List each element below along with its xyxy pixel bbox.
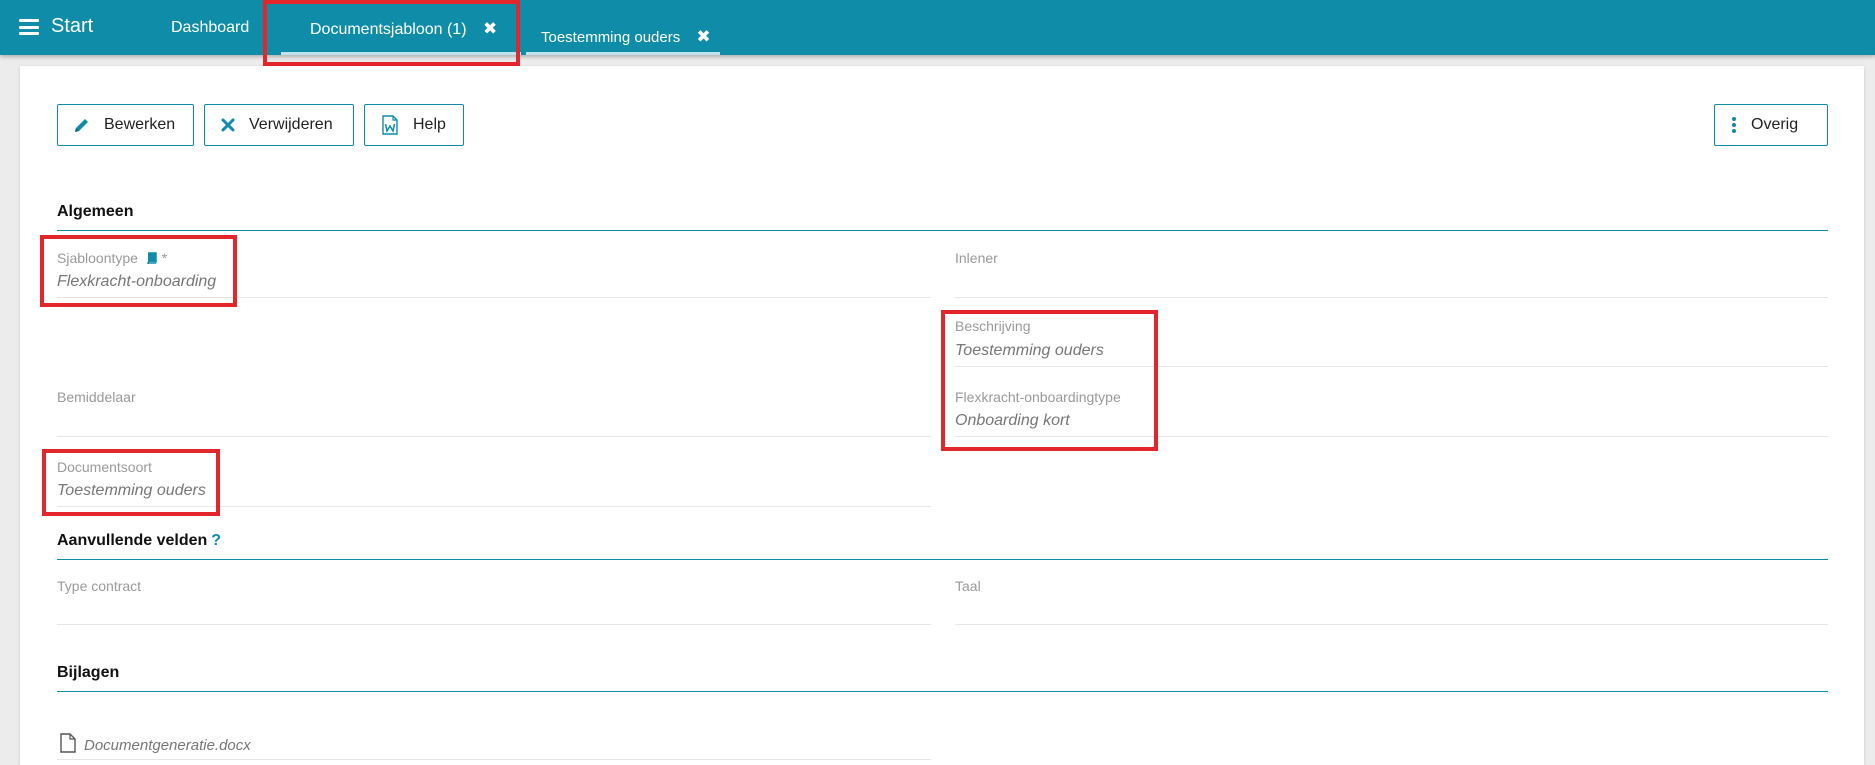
help-icon[interactable]: ?: [211, 532, 221, 549]
sjabloontype-label: Sjabloontype *: [57, 250, 167, 267]
help-button[interactable]: Help: [364, 104, 464, 146]
beschrijving-value: Toestemming ouders: [955, 342, 1104, 359]
field-divider: [955, 297, 1828, 298]
beschrijving-label: Beschrijving: [955, 318, 1031, 334]
pencil-icon: [74, 117, 90, 133]
documentsoort-value: Toestemming ouders: [57, 482, 206, 499]
tab-documentsjabloon-label: Documentsjabloon (1): [310, 21, 467, 38]
field-divider: [57, 624, 931, 625]
vertical-dots-icon: [1731, 117, 1737, 133]
close-icon[interactable]: ✖: [483, 19, 497, 38]
top-bar: Start Dashboard Documentsjabloon (1) ✖ T…: [0, 0, 1875, 55]
more-button-label: Overig: [1751, 116, 1799, 133]
sjabloontype-value: Flexkracht-onboarding: [57, 273, 217, 290]
section-title-general: Algemeen: [57, 203, 134, 220]
documentsoort-label: Documentsoort: [57, 459, 152, 475]
field-divider: [57, 436, 931, 437]
close-icon: [221, 118, 235, 132]
tab-toestemming-ouders-label: Toestemming ouders: [541, 29, 681, 46]
section-title-extra-fields-text: Aanvullende velden: [57, 532, 208, 549]
hamburger-menu-icon[interactable]: [19, 19, 39, 35]
delete-button[interactable]: Verwijderen: [204, 104, 354, 146]
help-button-label: Help: [413, 116, 446, 133]
edit-button[interactable]: Bewerken: [57, 104, 194, 146]
tab-documentsjabloon[interactable]: Documentsjabloon (1) ✖: [281, 0, 521, 55]
delete-button-label: Verwijderen: [249, 116, 333, 133]
tab-toestemming-ouders[interactable]: Toestemming ouders ✖: [526, 0, 720, 55]
field-divider: [955, 624, 1828, 625]
bemiddelaar-label: Bemiddelaar: [57, 389, 136, 405]
sjabloontype-label-text: Sjabloontype: [57, 250, 138, 266]
field-divider: [955, 366, 1828, 367]
section-title-attachments: Bijlagen: [57, 664, 120, 681]
start-link[interactable]: Start: [51, 15, 93, 38]
onboardingtype-label: Flexkracht-onboardingtype: [955, 389, 1121, 405]
file-icon: [59, 733, 77, 753]
taal-label: Taal: [955, 578, 981, 594]
field-divider: [955, 436, 1828, 437]
tab-dashboard-label: Dashboard: [171, 19, 250, 36]
section-title-extra-fields: Aanvullende velden?: [57, 532, 221, 550]
edit-button-label: Bewerken: [104, 116, 176, 133]
attachment-file-link[interactable]: Documentgeneratie.docx: [84, 737, 251, 754]
required-marker: *: [161, 250, 168, 266]
detail-panel: [20, 66, 1864, 765]
inlener-label: Inlener: [955, 250, 998, 266]
onboardingtype-value: Onboarding kort: [955, 412, 1070, 429]
section-divider: [57, 230, 1828, 231]
book-icon[interactable]: [146, 251, 158, 267]
word-document-icon: [381, 115, 399, 135]
section-divider: [57, 691, 1828, 692]
field-divider: [57, 297, 931, 298]
tab-dashboard[interactable]: Dashboard: [171, 19, 249, 37]
close-icon[interactable]: ✖: [696, 27, 710, 46]
field-divider: [57, 759, 931, 760]
field-divider: [57, 506, 931, 507]
more-button[interactable]: Overig: [1714, 104, 1828, 146]
section-divider: [57, 559, 1828, 560]
type-contract-label: Type contract: [57, 578, 142, 594]
